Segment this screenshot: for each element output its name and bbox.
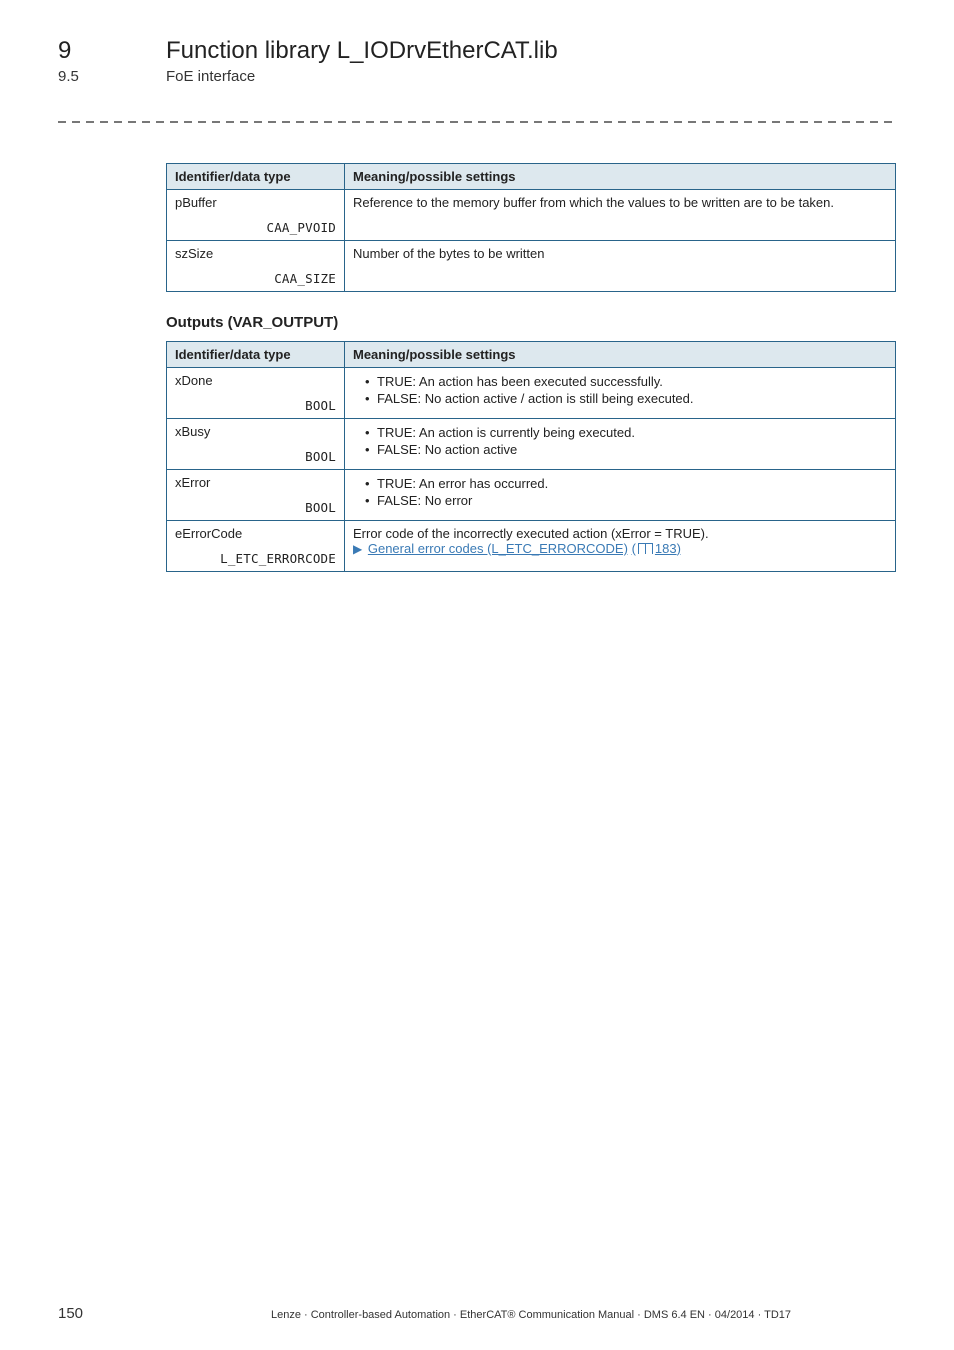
cell-identifier: xDone BOOL bbox=[167, 367, 345, 418]
table-row: xBusy BOOL TRUE: An action is currently … bbox=[167, 418, 896, 469]
col-header-identifier: Identifier/data type bbox=[167, 163, 345, 189]
subsection-number: 9.5 bbox=[58, 68, 126, 85]
table-row: xError BOOL TRUE: An error has occurred.… bbox=[167, 469, 896, 520]
bullet-item: FALSE: No action active / action is stil… bbox=[365, 390, 887, 408]
cell-identifier: pBuffer CAA_PVOID bbox=[167, 189, 345, 240]
identifier-type: BOOL bbox=[305, 449, 336, 464]
identifier-type: CAA_SIZE bbox=[274, 271, 336, 286]
section-number: 9 bbox=[58, 38, 126, 64]
table-row: eErrorCode L_ETC_ERRORCODE Error code of… bbox=[167, 520, 896, 571]
subsection-header: 9.5 FoE interface bbox=[58, 68, 896, 85]
identifier-name: xBusy bbox=[175, 424, 210, 439]
page-number: 150 bbox=[58, 1305, 166, 1322]
identifier-name: szSize bbox=[175, 246, 213, 261]
footer-text: Lenze · Controller-based Automation · Et… bbox=[166, 1309, 896, 1321]
col-header-identifier: Identifier/data type bbox=[167, 341, 345, 367]
identifier-name: xDone bbox=[175, 373, 213, 388]
table-row: pBuffer CAA_PVOID Reference to the memor… bbox=[167, 189, 896, 240]
cell-meaning: TRUE: An action has been executed succes… bbox=[345, 367, 896, 418]
cell-identifier: szSize CAA_SIZE bbox=[167, 240, 345, 291]
bullet-item: FALSE: No action active bbox=[365, 441, 887, 459]
table-row: xDone BOOL TRUE: An action has been exec… bbox=[167, 367, 896, 418]
subsection-title: FoE interface bbox=[166, 68, 255, 85]
page-ref: (183) bbox=[632, 541, 681, 556]
col-header-meaning: Meaning/possible settings bbox=[345, 163, 896, 189]
identifier-type: L_ETC_ERRORCODE bbox=[220, 551, 336, 566]
outputs-table: Identifier/data type Meaning/possible se… bbox=[166, 341, 896, 572]
identifier-name: pBuffer bbox=[175, 195, 217, 210]
bullet-item: TRUE: An action is currently being execu… bbox=[365, 424, 887, 442]
error-text: Error code of the incorrectly executed a… bbox=[353, 526, 887, 541]
inputs-table: Identifier/data type Meaning/possible se… bbox=[166, 163, 896, 292]
outputs-heading: Outputs (VAR_OUTPUT) bbox=[166, 314, 896, 331]
cell-identifier: xBusy BOOL bbox=[167, 418, 345, 469]
cell-meaning: Number of the bytes to be written bbox=[345, 240, 896, 291]
cell-meaning: Error code of the incorrectly executed a… bbox=[345, 520, 896, 571]
cell-meaning: Reference to the memory buffer from whic… bbox=[345, 189, 896, 240]
identifier-name: eErrorCode bbox=[175, 526, 242, 541]
cell-meaning: TRUE: An action is currently being execu… bbox=[345, 418, 896, 469]
section-header: 9 Function library L_IODrvEtherCAT.lib bbox=[58, 38, 896, 64]
bullet-item: TRUE: An action has been executed succes… bbox=[365, 373, 887, 391]
cell-identifier: eErrorCode L_ETC_ERRORCODE bbox=[167, 520, 345, 571]
identifier-name: xError bbox=[175, 475, 210, 490]
book-icon bbox=[638, 543, 653, 554]
identifier-type: CAA_PVOID bbox=[266, 220, 336, 235]
bullet-item: FALSE: No error bbox=[365, 492, 887, 510]
cell-meaning: TRUE: An error has occurred. FALSE: No e… bbox=[345, 469, 896, 520]
identifier-type: BOOL bbox=[305, 398, 336, 413]
arrow-icon: ▶ bbox=[353, 542, 362, 556]
cross-reference-link[interactable]: General error codes (L_ETC_ERRORCODE) bbox=[368, 541, 628, 556]
content-area: Identifier/data type Meaning/possible se… bbox=[166, 163, 896, 572]
identifier-type: BOOL bbox=[305, 500, 336, 515]
link-line: ▶ General error codes (L_ETC_ERRORCODE) … bbox=[353, 541, 887, 556]
table-row: szSize CAA_SIZE Number of the bytes to b… bbox=[167, 240, 896, 291]
page-footer: 150 Lenze · Controller-based Automation … bbox=[58, 1305, 896, 1322]
section-title: Function library L_IODrvEtherCAT.lib bbox=[166, 38, 558, 64]
divider-dashed bbox=[58, 121, 896, 123]
bullet-item: TRUE: An error has occurred. bbox=[365, 475, 887, 493]
col-header-meaning: Meaning/possible settings bbox=[345, 341, 896, 367]
page: 9 Function library L_IODrvEtherCAT.lib 9… bbox=[0, 0, 954, 1350]
cell-identifier: xError BOOL bbox=[167, 469, 345, 520]
